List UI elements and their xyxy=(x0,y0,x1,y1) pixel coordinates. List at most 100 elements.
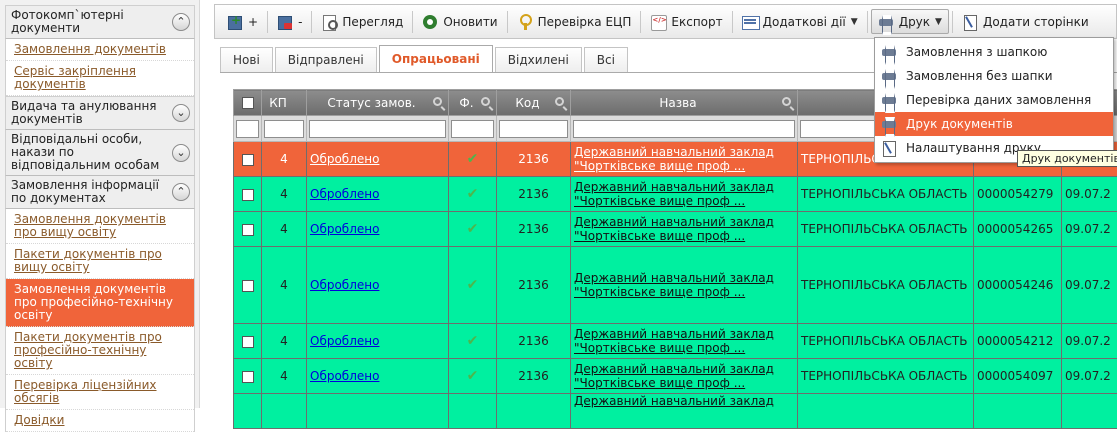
view-button[interactable]: Перегляд xyxy=(315,9,409,34)
status-link[interactable]: Оброблено xyxy=(310,187,379,201)
name-link[interactable]: Державний навчальний заклад "Чортківське… xyxy=(574,362,794,390)
tab-processed[interactable]: Опрацьовані xyxy=(379,45,493,72)
menu-item-order-with-header[interactable]: Замовлення з шапкою xyxy=(875,40,1113,64)
select-all-checkbox[interactable] xyxy=(242,97,254,109)
sidebar-item-doc-orders[interactable]: Замовлення документів xyxy=(6,39,194,61)
row-select-cell xyxy=(234,394,262,429)
add-pages-button[interactable]: Додати сторінки xyxy=(956,9,1095,34)
menu-item-check-order-data[interactable]: Перевірка даних замовлення xyxy=(875,88,1113,112)
expand-icon[interactable]: ⌄ xyxy=(172,104,190,122)
filter-code-input[interactable] xyxy=(499,120,568,138)
select-all-header[interactable] xyxy=(234,90,262,116)
name-link[interactable]: Державний навчальний заклад "Чортківське… xyxy=(574,180,794,208)
check-icon: ✔ xyxy=(467,368,479,384)
cell-region xyxy=(798,394,974,429)
menu-item-label: Замовлення з шапкою xyxy=(906,45,1047,59)
name-link[interactable]: Державний навчальний заклад "Чортківське… xyxy=(574,215,794,243)
verify-signature-button[interactable]: Перевірка ЕЦП xyxy=(511,9,638,34)
tab-new[interactable]: Нові xyxy=(220,47,273,72)
add-button[interactable]: + xyxy=(221,9,264,34)
search-icon[interactable] xyxy=(481,97,490,106)
tab-sent[interactable]: Відправлені xyxy=(275,47,377,72)
filter-checkbox-input[interactable] xyxy=(236,120,259,138)
caret-down-icon: ▼ xyxy=(851,17,858,27)
sidebar-section-issue[interactable]: Видача та анулювання документів ⌄ xyxy=(5,96,195,130)
status-link[interactable]: Оброблено xyxy=(310,152,379,166)
name-link[interactable]: Державний навчальний заклад "Чортківське… xyxy=(574,271,794,299)
table-row[interactable]: 4 Оброблено ✔ 2136 Державний навчальний … xyxy=(234,247,1117,324)
cell-number: 0000054212 xyxy=(974,324,1062,359)
menu-item-order-without-header[interactable]: Замовлення без шапки xyxy=(875,64,1113,88)
cell-number: 0000054246 xyxy=(974,247,1062,324)
cell-region: ТЕРНОПІЛЬСЬКА ОБЛАСТЬ xyxy=(798,324,974,359)
collapse-icon[interactable]: ⌃ xyxy=(172,183,190,201)
table-row[interactable]: 4 Оброблено ✔ 2136 Державний навчальний … xyxy=(234,177,1117,212)
row-checkbox[interactable] xyxy=(242,154,254,166)
filter-status-input[interactable] xyxy=(309,120,446,138)
tab-all[interactable]: Всі xyxy=(584,47,628,72)
row-checkbox[interactable] xyxy=(242,189,254,201)
filter-name-input[interactable] xyxy=(573,120,795,138)
filter-cell xyxy=(571,116,798,142)
tab-rejected[interactable]: Відхилені xyxy=(495,47,582,72)
menu-item-print-documents[interactable]: Друк документів xyxy=(875,112,1113,136)
cell-code: 2136 xyxy=(497,177,571,212)
search-icon[interactable] xyxy=(555,97,564,106)
cell-kp: 4 xyxy=(262,324,307,359)
check-icon: ✔ xyxy=(467,221,479,237)
search-icon[interactable] xyxy=(782,97,791,106)
sidebar-item-vocational-orders[interactable]: Замовлення документів про професійно-тех… xyxy=(6,279,194,327)
sidebar-item-higher-ed-packages[interactable]: Пакети документів про вищу освіту xyxy=(6,244,194,279)
column-header-status[interactable]: Статус замов. xyxy=(307,90,449,116)
menu-item-label: Перевірка даних замовлення xyxy=(906,93,1091,107)
status-link[interactable]: Оброблено xyxy=(310,278,379,292)
status-link[interactable]: Оброблено xyxy=(310,334,379,348)
cell-kp: 4 xyxy=(262,247,307,324)
sidebar-section-info-orders[interactable]: Замовлення інформації по документах ⌃ xyxy=(5,176,195,209)
export-button[interactable]: Експорт xyxy=(644,9,728,34)
filter-kp-input[interactable] xyxy=(264,120,304,138)
sidebar-item-doc-service[interactable]: Сервіс закріплення документів xyxy=(6,61,194,96)
expand-icon[interactable]: ⌄ xyxy=(172,144,190,162)
refresh-button[interactable]: Оновити xyxy=(416,9,503,34)
cell-kp: 4 xyxy=(262,359,307,394)
cell-status: Оброблено xyxy=(307,212,449,247)
name-link[interactable]: Державний навчальний заклад "Чортківське… xyxy=(574,327,794,355)
table-row[interactable]: 4 Оброблено ✔ 2136 Державний навчальний … xyxy=(234,212,1117,247)
sidebar-item-references[interactable]: Довідки xyxy=(6,410,194,432)
row-checkbox[interactable] xyxy=(242,371,254,383)
sidebar-section-photo-docs[interactable]: Фотокомп`ютерні документи ⌃ xyxy=(5,5,195,39)
sidebar-item-higher-ed-orders[interactable]: Замовлення документів про вищу освіту xyxy=(6,209,194,244)
pages-icon xyxy=(881,140,897,156)
cell-code: 2136 xyxy=(497,359,571,394)
print-button[interactable]: Друк ▼ xyxy=(871,9,949,34)
cell-code xyxy=(497,394,571,429)
toolbar-divider xyxy=(732,11,733,33)
row-checkbox[interactable] xyxy=(242,336,254,348)
status-link[interactable]: Оброблено xyxy=(310,369,379,383)
sidebar-item-license-check[interactable]: Перевірка ліцензійних обсягів xyxy=(6,375,194,410)
printer-icon xyxy=(878,14,894,30)
sidebar-section-responsible[interactable]: Відповідальні особи, накази по відповіда… xyxy=(5,130,195,176)
name-link[interactable]: Державний навчальний заклад xyxy=(574,394,794,408)
remove-button[interactable]: - xyxy=(271,9,308,34)
table-row[interactable]: 4 Оброблено ✔ 2136 Державний навчальний … xyxy=(234,359,1117,394)
row-checkbox[interactable] xyxy=(242,280,254,292)
status-link[interactable]: Оброблено xyxy=(310,222,379,236)
row-checkbox[interactable] xyxy=(242,224,254,236)
column-header-kp[interactable]: КП xyxy=(262,90,307,116)
sidebar-item-vocational-packages[interactable]: Пакети документів про професійно-технічн… xyxy=(6,327,194,375)
table-row[interactable]: Державний навчальний заклад xyxy=(234,394,1117,429)
filter-f-input[interactable] xyxy=(451,120,494,138)
column-header-code[interactable]: Код xyxy=(497,90,571,116)
column-header-name[interactable]: Назва xyxy=(571,90,798,116)
cell-code: 2136 xyxy=(497,212,571,247)
more-actions-button[interactable]: Додаткові дії ▼ xyxy=(736,9,864,34)
printer-icon xyxy=(881,44,897,60)
name-link[interactable]: Державний навчальний заклад "Чортківське… xyxy=(574,145,794,173)
column-header-f[interactable]: Ф. xyxy=(449,90,497,116)
cell-region: ТЕРНОПІЛЬСЬКА ОБЛАСТЬ xyxy=(798,212,974,247)
table-row[interactable]: 4 Оброблено ✔ 2136 Державний навчальний … xyxy=(234,324,1117,359)
collapse-icon[interactable]: ⌃ xyxy=(172,13,190,31)
search-icon[interactable] xyxy=(433,97,442,106)
